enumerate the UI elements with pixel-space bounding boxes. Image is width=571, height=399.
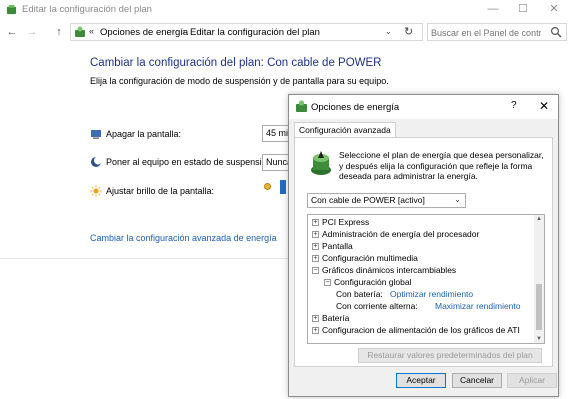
scrollbar-thumb[interactable] bbox=[536, 284, 542, 330]
minimize-button[interactable]: — bbox=[479, 1, 507, 18]
monitor-icon bbox=[91, 130, 101, 139]
setting-label: Apagar la pantalla: bbox=[106, 129, 182, 139]
dialog-title-bar: Opciones de energía ? ✕ bbox=[289, 95, 558, 119]
window-title: Editar la configuración del plan bbox=[22, 4, 152, 15]
collapse-icon[interactable]: − bbox=[324, 279, 331, 286]
dialog-description: Seleccione el plan de energía que desea … bbox=[339, 150, 544, 181]
refresh-icon[interactable]: ↻ bbox=[404, 25, 413, 38]
chevron-down-icon: ⌄ bbox=[454, 195, 461, 204]
expand-icon[interactable]: + bbox=[312, 327, 319, 334]
address-dropdown-icon[interactable]: ⌄ bbox=[385, 27, 392, 36]
control-panel-icon bbox=[75, 26, 85, 37]
plan-select-value: Con cable de POWER [activo] bbox=[311, 195, 425, 205]
forward-arrow-icon[interactable]: → bbox=[26, 25, 38, 39]
on-battery-value[interactable]: Optimizar rendimiento bbox=[390, 289, 473, 299]
close-button[interactable]: ✕ bbox=[540, 1, 568, 18]
brightness-low-icon bbox=[264, 183, 271, 190]
dialog-close-button[interactable]: ✕ bbox=[539, 99, 549, 113]
plugged-in-value[interactable]: Maximizar rendimiento bbox=[435, 301, 521, 311]
sun-icon bbox=[90, 185, 102, 197]
power-options-dialog: Opciones de energía ? ✕ Configuración av… bbox=[288, 94, 559, 397]
collapse-icon[interactable]: − bbox=[312, 267, 319, 274]
cancel-button[interactable]: Cancelar bbox=[452, 373, 502, 388]
setting-label: Ajustar brillo de la pantalla: bbox=[106, 186, 215, 196]
search-box[interactable] bbox=[427, 23, 567, 41]
dialog-title: Opciones de energía bbox=[311, 102, 400, 113]
tree-scrollbar[interactable]: ▲ ▼ bbox=[534, 215, 544, 343]
scroll-down-icon[interactable]: ▼ bbox=[536, 336, 542, 342]
advanced-settings-panel: Seleccione el plan de energía que desea … bbox=[294, 137, 553, 367]
breadcrumb-separator-icon[interactable]: › bbox=[182, 26, 185, 36]
brightness-slider-thumb[interactable] bbox=[280, 180, 286, 194]
back-arrow-icon[interactable]: ← bbox=[6, 25, 18, 39]
power-plan-select[interactable]: Con cable de POWER [activo] ⌄ bbox=[307, 193, 466, 208]
expand-icon[interactable]: + bbox=[312, 219, 319, 226]
up-arrow-icon[interactable]: ↑ bbox=[53, 25, 65, 39]
search-icon[interactable] bbox=[550, 26, 562, 38]
address-toolbar: ← → ↑ « Opciones de energía › Editar la … bbox=[0, 21, 571, 43]
address-overflow-icon[interactable]: « bbox=[89, 26, 94, 36]
page-subtitle: Elija la configuración de modo de suspen… bbox=[90, 76, 389, 86]
power-options-icon bbox=[6, 4, 17, 15]
sleep-moon-icon bbox=[91, 156, 102, 167]
settings-tree[interactable]: + PCI Express + Administración de energí… bbox=[307, 214, 545, 344]
page-title: Cambiar la configuración del plan: Con c… bbox=[90, 57, 382, 69]
main-title-bar: Editar la configuración del plan — ☐ ✕ bbox=[0, 0, 571, 20]
expand-icon[interactable]: + bbox=[312, 255, 319, 262]
expand-icon[interactable]: + bbox=[312, 243, 319, 250]
search-input[interactable] bbox=[431, 26, 541, 39]
tab-advanced-settings[interactable]: Configuración avanzada bbox=[294, 122, 396, 138]
maximize-button[interactable]: ☐ bbox=[509, 1, 537, 18]
help-button[interactable]: ? bbox=[511, 100, 517, 111]
address-bar[interactable]: « Opciones de energía › Editar la config… bbox=[70, 23, 423, 41]
expand-icon[interactable]: + bbox=[312, 231, 319, 238]
divider bbox=[0, 258, 289, 259]
power-plan-icon bbox=[311, 151, 331, 175]
restore-defaults-button[interactable]: Restaurar valores predeterminados del pl… bbox=[358, 348, 542, 363]
breadcrumb-power-options[interactable]: Opciones de energía bbox=[100, 27, 188, 38]
setting-label: Poner al equipo en estado de suspensión: bbox=[106, 157, 275, 167]
ok-button[interactable]: Aceptar bbox=[396, 373, 446, 388]
power-options-icon bbox=[296, 100, 307, 112]
scroll-up-icon[interactable]: ▲ bbox=[536, 216, 542, 222]
breadcrumb-edit-plan[interactable]: Editar la configuración del plan bbox=[190, 27, 320, 38]
expand-icon[interactable]: + bbox=[312, 315, 319, 322]
apply-button[interactable]: Aplicar bbox=[507, 373, 557, 388]
advanced-settings-link[interactable]: Cambiar la configuración avanzada de ene… bbox=[90, 233, 277, 243]
